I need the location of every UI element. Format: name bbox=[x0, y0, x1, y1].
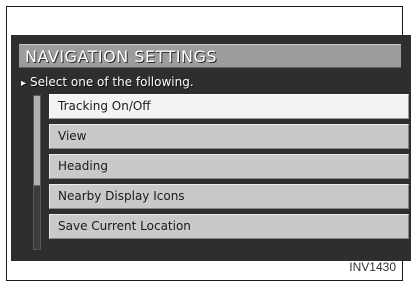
menu-item-view[interactable]: View bbox=[49, 124, 409, 149]
manual-figure-frame: NAVIGATION SETTINGS ▸ Select one of the f… bbox=[6, 6, 411, 281]
scrollbar-thumb[interactable] bbox=[34, 96, 40, 186]
scrollbar[interactable] bbox=[33, 95, 41, 250]
navigation-settings-screen: NAVIGATION SETTINGS ▸ Select one of the f… bbox=[11, 35, 411, 261]
figure-id-label: INV1430 bbox=[349, 260, 396, 274]
menu-item-heading[interactable]: Heading bbox=[49, 154, 409, 179]
instruction-text: ▸ Select one of the following. bbox=[21, 75, 194, 89]
menu-item-tracking[interactable]: Tracking On/Off bbox=[49, 94, 409, 119]
small-triangle-icon: ▸ bbox=[21, 78, 27, 89]
title-bar: NAVIGATION SETTINGS bbox=[19, 44, 401, 68]
page-title: NAVIGATION SETTINGS bbox=[25, 47, 218, 66]
instruction-label: Select one of the following. bbox=[30, 75, 194, 89]
menu-item-save-current-location[interactable]: Save Current Location bbox=[49, 214, 409, 239]
menu-item-nearby-display-icons[interactable]: Nearby Display Icons bbox=[49, 184, 409, 209]
